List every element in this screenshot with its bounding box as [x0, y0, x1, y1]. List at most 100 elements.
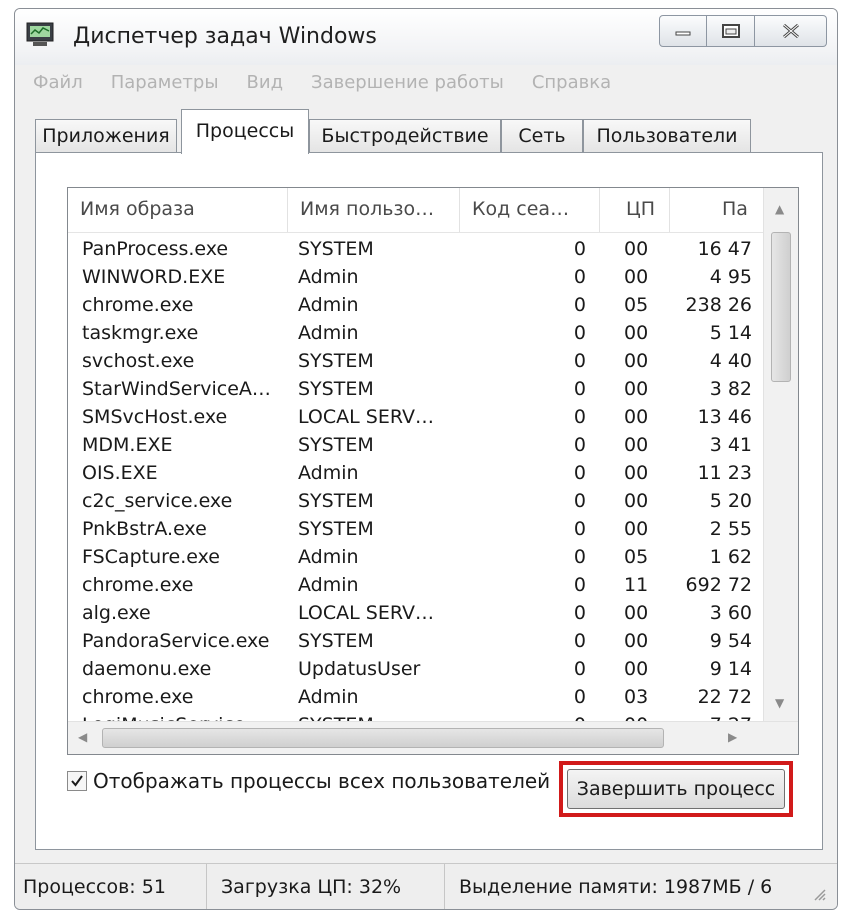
- process-session-cell: 0: [573, 266, 586, 288]
- process-cpu-cell: 00: [624, 238, 649, 260]
- process-cpu-cell: 05: [624, 294, 649, 316]
- table-row[interactable]: StarWindServiceA… SYSTEM 0 00 3 82: [68, 375, 764, 403]
- process-cpu-cell: 00: [624, 350, 649, 372]
- process-memory-cell: 5 14: [709, 322, 752, 344]
- table-row[interactable]: FSCapture.exe Admin 0 05 1 62: [68, 543, 764, 571]
- column-cpu[interactable]: ЦП: [600, 188, 670, 232]
- process-name-cell: svchost.exe: [82, 350, 195, 372]
- table-row[interactable]: SMSvcHost.exe LOCAL SERV… 0 00 13 46: [68, 403, 764, 431]
- scroll-up-icon[interactable]: ▲: [775, 202, 784, 216]
- menu-help[interactable]: Справка: [518, 67, 625, 99]
- maximize-button[interactable]: [707, 15, 755, 47]
- process-session-cell: 0: [573, 574, 586, 596]
- process-user-cell: Admin: [298, 546, 359, 568]
- table-row[interactable]: c2c_service.exe SYSTEM 0 00 5 20: [68, 487, 764, 515]
- window-title: Диспетчер задач Windows: [73, 24, 377, 49]
- tab-strip: Приложения Процессы Быстродействие Сеть …: [35, 109, 825, 154]
- table-row[interactable]: daemonu.exe UpdatusUser 0 00 9 14: [68, 655, 764, 683]
- process-cpu-cell: 00: [624, 630, 649, 652]
- horizontal-scrollbar[interactable]: ◀ ▶: [68, 721, 798, 754]
- scroll-down-icon[interactable]: ▼: [775, 696, 784, 710]
- process-cpu-cell: 00: [624, 462, 649, 484]
- tab-network[interactable]: Сеть: [501, 119, 583, 153]
- table-row[interactable]: OIS.EXE Admin 0 00 11 23: [68, 459, 764, 487]
- menu-shutdown[interactable]: Завершение работы: [297, 67, 518, 99]
- process-session-cell: 0: [573, 490, 586, 512]
- process-memory-cell: 238 26: [685, 294, 752, 316]
- close-button[interactable]: [755, 15, 827, 47]
- process-cpu-cell: 00: [624, 602, 649, 624]
- window-controls: [659, 15, 827, 47]
- process-rows: PanProcess.exe SYSTEM 0 00 16 47 WINWORD.EXE A…: [68, 235, 764, 723]
- column-user-name[interactable]: Имя пользо…: [288, 188, 460, 232]
- process-memory-cell: 2 55: [709, 518, 752, 540]
- scroll-right-icon[interactable]: ▶: [728, 730, 737, 744]
- status-process-count: Процессов: 51: [15, 864, 207, 909]
- status-cpu-load: Загрузка ЦП: 32%: [209, 864, 445, 909]
- process-memory-cell: 22 72: [697, 686, 752, 708]
- process-user-cell: Admin: [298, 294, 359, 316]
- process-user-cell: LOCAL SERV…: [298, 602, 434, 624]
- menu-bar: Файл Параметры Вид Завершение работы Спр…: [15, 67, 837, 99]
- process-memory-cell: 11 23: [697, 462, 752, 484]
- table-row[interactable]: chrome.exe Admin 0 05 238 26: [68, 291, 764, 319]
- process-memory-cell: 9 54: [709, 630, 752, 652]
- tab-processes[interactable]: Процессы: [181, 109, 309, 154]
- process-name-cell: SMSvcHost.exe: [82, 406, 228, 428]
- process-name-cell: PandoraService.exe: [82, 630, 270, 652]
- table-row[interactable]: taskmgr.exe Admin 0 00 5 14: [68, 319, 764, 347]
- table-row[interactable]: PandoraService.exe SYSTEM 0 00 9 54: [68, 627, 764, 655]
- process-cpu-cell: 00: [624, 378, 649, 400]
- process-user-cell: SYSTEM: [298, 434, 374, 456]
- column-session-id[interactable]: Код сеа…: [460, 188, 600, 232]
- scroll-left-icon[interactable]: ◀: [78, 730, 87, 744]
- process-memory-cell: 5 20: [709, 490, 752, 512]
- show-all-processes[interactable]: Отображать процессы всех пользователей: [67, 769, 550, 793]
- table-row[interactable]: svchost.exe SYSTEM 0 00 4 40: [68, 347, 764, 375]
- process-memory-cell: 9 14: [709, 658, 752, 680]
- resize-grip-icon[interactable]: [811, 886, 827, 902]
- column-memory[interactable]: Па: [670, 188, 764, 232]
- process-name-cell: WINWORD.EXE: [82, 266, 226, 288]
- menu-file[interactable]: Файл: [15, 67, 97, 99]
- tab-performance[interactable]: Быстродействие: [309, 119, 501, 153]
- table-row[interactable]: alg.exe LOCAL SERV… 0 00 3 60: [68, 599, 764, 627]
- table-row[interactable]: WINWORD.EXE Admin 0 00 4 95: [68, 263, 764, 291]
- process-list[interactable]: Имя образа Имя пользо… Код сеа… ЦП Па Pa…: [67, 187, 799, 755]
- process-cpu-cell: 00: [624, 490, 649, 512]
- process-cpu-cell: 11: [624, 574, 649, 596]
- process-user-cell: LOCAL SERV…: [298, 406, 434, 428]
- process-session-cell: 0: [573, 602, 586, 624]
- menu-options[interactable]: Параметры: [97, 67, 233, 99]
- process-session-cell: 0: [573, 546, 586, 568]
- process-memory-cell: 3 82: [709, 378, 752, 400]
- process-name-cell: chrome.exe: [82, 574, 194, 596]
- process-user-cell: Admin: [298, 686, 359, 708]
- column-image-name[interactable]: Имя образа: [68, 188, 288, 232]
- table-row[interactable]: MDM.EXE SYSTEM 0 00 3 41: [68, 431, 764, 459]
- process-user-cell: SYSTEM: [298, 518, 374, 540]
- process-memory-cell: 4 95: [709, 266, 752, 288]
- tab-applications[interactable]: Приложения: [35, 119, 177, 153]
- process-session-cell: 0: [573, 378, 586, 400]
- table-row[interactable]: PnkBstrA.exe SYSTEM 0 00 2 55: [68, 515, 764, 543]
- table-row[interactable]: chrome.exe Admin 0 11 692 72: [68, 571, 764, 599]
- process-user-cell: Admin: [298, 322, 359, 344]
- process-cpu-cell: 05: [624, 546, 649, 568]
- title-bar[interactable]: Диспетчер задач Windows: [15, 9, 837, 65]
- menu-view[interactable]: Вид: [233, 67, 298, 99]
- column-header-row: Имя образа Имя пользо… Код сеа… ЦП Па: [68, 188, 764, 233]
- table-row[interactable]: chrome.exe Admin 0 03 22 72: [68, 683, 764, 711]
- process-memory-cell: 16 47: [697, 238, 752, 260]
- end-process-button[interactable]: Завершить процесс: [567, 769, 785, 809]
- process-memory-cell: 692 72: [685, 574, 752, 596]
- table-row[interactable]: PanProcess.exe SYSTEM 0 00 16 47: [68, 235, 764, 263]
- process-memory-cell: 3 60: [709, 602, 752, 624]
- show-all-checkbox[interactable]: [67, 771, 87, 791]
- tab-users[interactable]: Пользователи: [583, 119, 751, 153]
- vertical-scrollbar[interactable]: ▲ ▼: [763, 188, 798, 722]
- vertical-scroll-thumb[interactable]: [771, 232, 791, 382]
- process-session-cell: 0: [573, 406, 586, 428]
- minimize-button[interactable]: [659, 15, 707, 47]
- horizontal-scroll-thumb[interactable]: [102, 728, 664, 748]
